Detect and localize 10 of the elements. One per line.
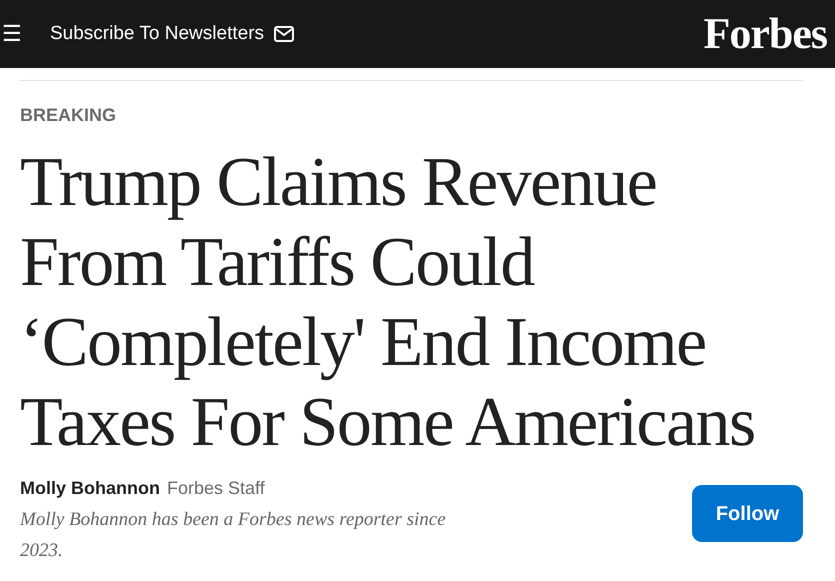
author-role: Forbes Staff [166, 477, 265, 500]
menu-icon[interactable]: ☰ [2, 23, 22, 45]
subscribe-link[interactable]: Subscribe To Newsletters [50, 20, 294, 48]
author-name[interactable]: Molly Bohannon [20, 475, 160, 502]
mail-icon [274, 26, 294, 42]
headline: Trump Claims Revenue From Tariffs Could ‘Completely' End Income Taxes For Some Americans [20, 143, 756, 463]
follow-button[interactable]: Follow [692, 485, 803, 542]
author-bio: Molly Bohannon has been a Forbes news reporter since 2023. [20, 508, 447, 563]
logo[interactable]: Forbes [703, 12, 827, 56]
section-label: BREAKING [20, 104, 118, 127]
